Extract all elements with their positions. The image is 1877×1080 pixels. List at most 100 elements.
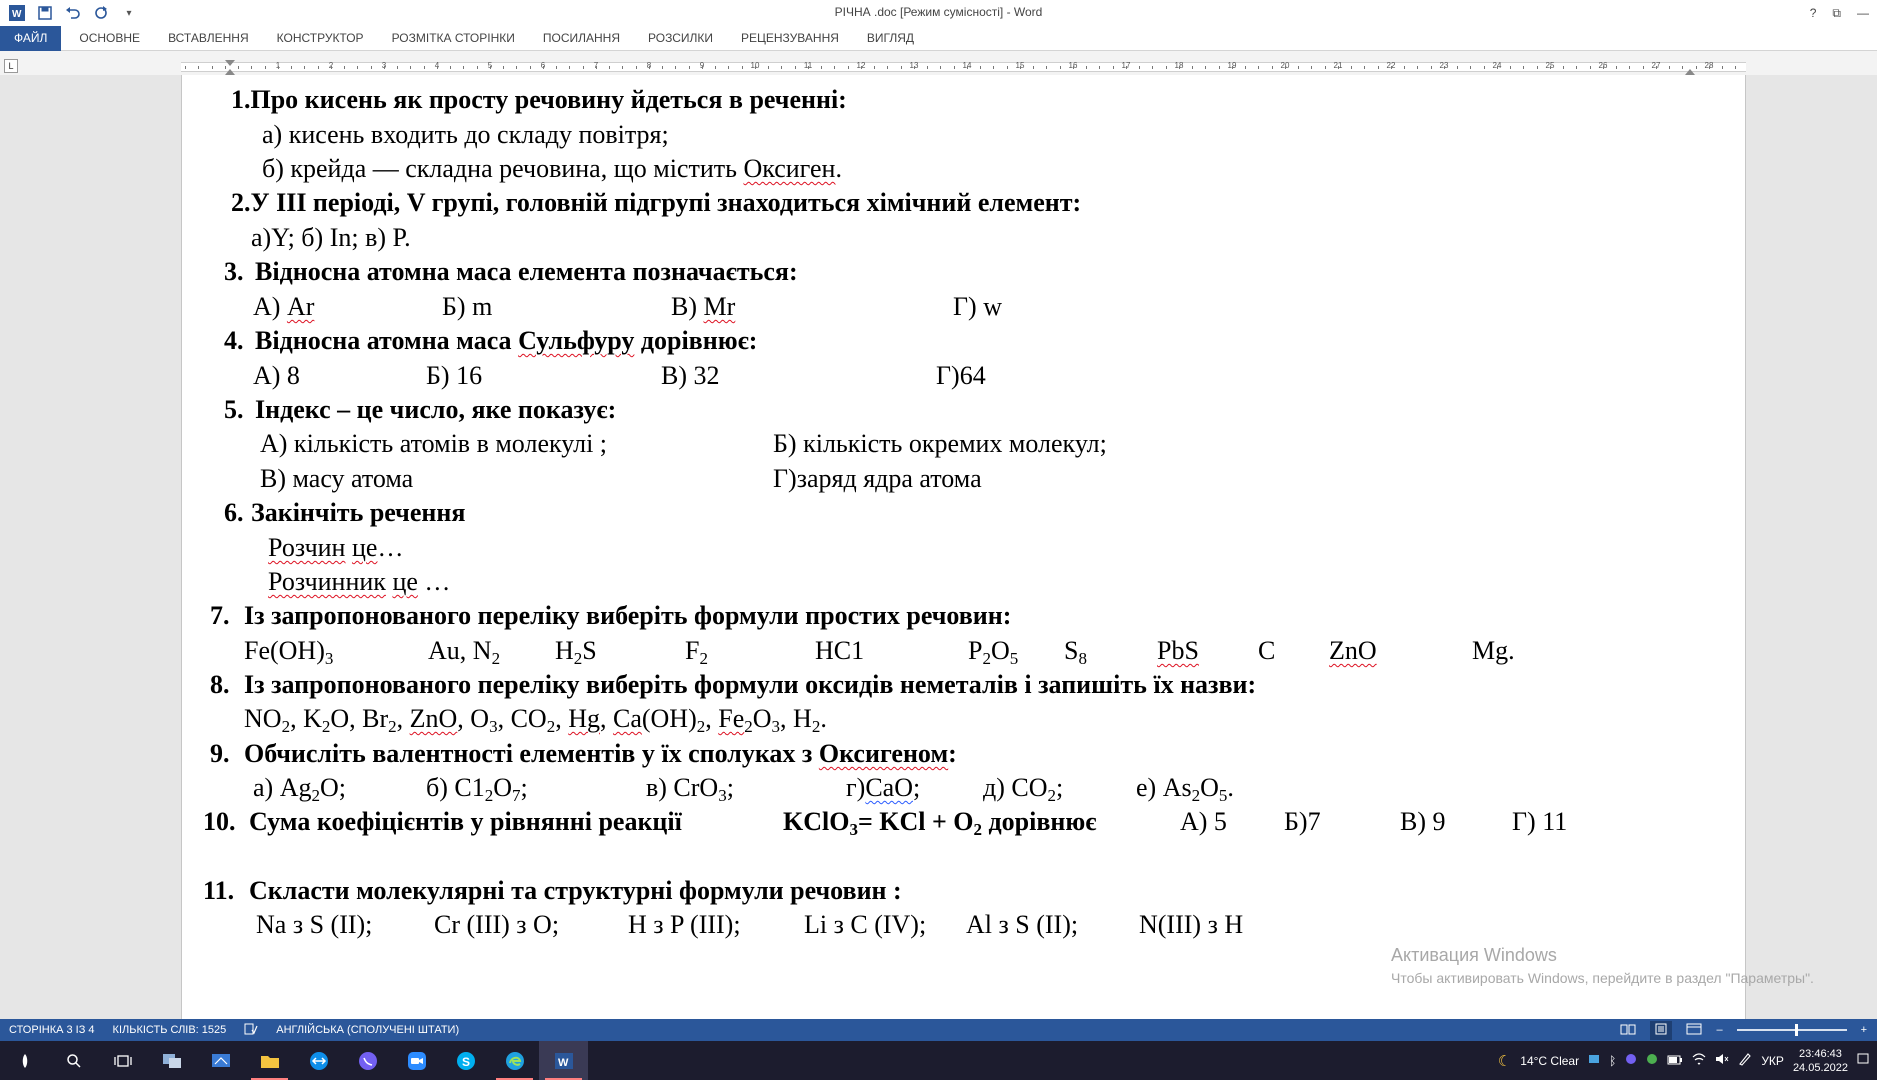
file-explorer-icon[interactable] xyxy=(245,1041,294,1080)
ruler-tick xyxy=(331,66,332,69)
question-11-title: Скласти молекулярні та структурні формул… xyxy=(249,876,902,905)
bluetooth-icon[interactable]: ᛒ xyxy=(1609,1054,1616,1068)
desktop-app-icon[interactable] xyxy=(196,1041,245,1080)
language-indicator[interactable]: АНГЛІЙСЬКА (СПОЛУЧЕНІ ШТАТИ) xyxy=(267,1024,468,1036)
question-1-option-b: б) крейда — складна речовина, що містить… xyxy=(262,154,842,183)
weather-widget[interactable]: 14°C Clear xyxy=(1520,1054,1579,1068)
battery-icon[interactable] xyxy=(1667,1054,1683,1068)
document-page[interactable]: 1.Про кисень як просту речовину йдеться … xyxy=(181,75,1746,1019)
question-5-number: 5. xyxy=(224,395,244,424)
window-controls: ? ⧉ — xyxy=(1810,0,1877,26)
ruler-ticks: 1234567891011121314151617181920212223242… xyxy=(181,61,1746,71)
ruler-tick xyxy=(1735,66,1736,69)
zoom-slider[interactable] xyxy=(1736,1024,1847,1036)
proofing-icon[interactable] xyxy=(235,1023,267,1038)
tab-file[interactable]: ФАЙЛ xyxy=(0,25,62,51)
print-layout-icon[interactable] xyxy=(1650,1020,1673,1040)
ruler-tick xyxy=(583,66,584,69)
undo-icon[interactable] xyxy=(64,4,82,22)
language-indicator-taskbar[interactable]: УКР xyxy=(1761,1054,1784,1068)
clock-time: 23:46:43 xyxy=(1799,1047,1842,1060)
horizontal-ruler[interactable]: 1234567891011121314151617181920212223242… xyxy=(181,60,1746,75)
document-body[interactable]: 1.Про кисень як просту речовину йдеться … xyxy=(182,75,1747,1019)
tab-review[interactable]: РЕЦЕНЗУВАННЯ xyxy=(727,26,853,51)
word-taskbar-icon[interactable]: W xyxy=(539,1041,588,1080)
q7-formula-p2o5: P2O5 xyxy=(968,636,1019,668)
customize-qat-icon[interactable]: ▾ xyxy=(120,4,138,22)
zoom-out-button[interactable]: – xyxy=(1716,1024,1722,1036)
ruler-tick xyxy=(251,66,252,69)
minimize-button[interactable]: — xyxy=(1857,6,1869,20)
tab-mailings[interactable]: РОЗСИЛКИ xyxy=(634,26,727,51)
document-area[interactable]: 1.Про кисень як просту речовину йдеться … xyxy=(0,75,1877,1019)
ruler-tick xyxy=(662,66,663,69)
moon-icon[interactable]: ☾ xyxy=(1498,1052,1511,1070)
question-6-line-2: Розчинник це … xyxy=(268,567,451,596)
save-icon[interactable] xyxy=(36,4,54,22)
ribbon-tabs: ФАЙЛ ОСНОВНЕ ВСТАВЛЕННЯ КОНСТРУКТОР РОЗМ… xyxy=(0,25,1877,51)
ruler-tick xyxy=(304,66,305,69)
web-layout-icon[interactable] xyxy=(1686,1023,1702,1038)
start-button-icon[interactable] xyxy=(0,1041,49,1080)
question-3-option-d: Г) w xyxy=(953,292,1002,321)
zoom-slider-thumb[interactable] xyxy=(1794,1024,1798,1036)
zoom-in-button[interactable]: + xyxy=(1861,1024,1867,1036)
word-app-icon[interactable]: W xyxy=(8,4,26,22)
redo-icon[interactable] xyxy=(92,4,110,22)
tab-design[interactable]: КОНСТРУКТОР xyxy=(263,26,378,51)
notifications-icon[interactable] xyxy=(1857,1053,1869,1068)
ruler-tick xyxy=(1192,66,1193,69)
ruler-tick xyxy=(1272,66,1273,69)
volume-icon[interactable] xyxy=(1715,1053,1729,1068)
security-tray-icon[interactable] xyxy=(1646,1053,1658,1068)
skype-icon[interactable]: S xyxy=(441,1041,490,1080)
q7-formula-s8: S8 xyxy=(1064,636,1087,668)
question-9-title: Обчисліть валентності елементів у їх спо… xyxy=(244,739,957,768)
tab-selector[interactable]: L xyxy=(4,59,18,73)
viber-icon[interactable] xyxy=(343,1041,392,1080)
ruler-tick xyxy=(1590,66,1591,69)
ruler-tick xyxy=(887,66,888,69)
wifi-icon[interactable] xyxy=(1692,1053,1706,1068)
read-mode-icon[interactable] xyxy=(1620,1023,1636,1038)
pen-icon[interactable] xyxy=(1738,1052,1752,1069)
title-bar: W ▾ РІЧНА .doc [Режим сумісності] - Word… xyxy=(0,0,1877,26)
question-3-option-b: Б) m xyxy=(442,292,493,321)
windows-activation-watermark: Активация Windows Чтобы активировать Win… xyxy=(1391,945,1814,986)
tab-view[interactable]: ВИГЛЯД xyxy=(853,26,928,51)
ruler-tick xyxy=(728,66,729,69)
question-3-option-a: А) Ar xyxy=(253,292,315,321)
question-9-number: 9. xyxy=(210,739,230,768)
question-5-option-a: А) кількість атомів в молекулі ; xyxy=(260,429,608,458)
word-count[interactable]: КІЛЬКІСТЬ СЛІВ: 1525 xyxy=(104,1024,236,1036)
question-4-title: Відносна атомна маса Сульфуру дорівнює: xyxy=(255,326,758,355)
ruler-tick xyxy=(1444,66,1445,69)
zoom-app-icon[interactable] xyxy=(392,1041,441,1080)
tab-insert[interactable]: ВСТАВЛЕННЯ xyxy=(154,26,263,51)
ruler-tick xyxy=(1484,66,1485,69)
tab-references[interactable]: ПОСИЛАННЯ xyxy=(529,26,634,51)
tab-layout[interactable]: РОЗМІТКА СТОРІНКИ xyxy=(378,26,529,51)
task-view-icon[interactable] xyxy=(98,1041,147,1080)
viber-tray-icon[interactable] xyxy=(1625,1053,1637,1068)
ribbon-display-options-icon[interactable]: ⧉ xyxy=(1832,6,1841,21)
taskbar-clock[interactable]: 23:46:43 24.05.2022 xyxy=(1793,1047,1848,1075)
edge-browser-icon[interactable] xyxy=(490,1041,539,1080)
q7-formula-f2: F2 xyxy=(685,636,708,668)
ruler-tick xyxy=(1166,66,1167,69)
tab-home[interactable]: ОСНОВНЕ xyxy=(65,26,154,51)
page-indicator[interactable]: СТОРІНКА 3 ІЗ 4 xyxy=(0,1024,104,1036)
ruler-tick xyxy=(463,66,464,69)
search-icon[interactable] xyxy=(49,1041,98,1080)
question-5-title: Індекс – це число, яке показує: xyxy=(255,395,617,424)
first-line-indent-marker[interactable] xyxy=(225,60,235,66)
q11-item-3: H з P (III); xyxy=(628,910,741,939)
tray-app-icon[interactable] xyxy=(1588,1053,1600,1068)
ruler-tick xyxy=(927,66,928,69)
ruler-tick xyxy=(1113,66,1114,69)
ruler-tick xyxy=(1470,66,1471,69)
help-button[interactable]: ? xyxy=(1810,6,1817,20)
question-6-number: 6. xyxy=(224,498,244,527)
computer-management-icon[interactable] xyxy=(147,1041,196,1080)
teamviewer-icon[interactable] xyxy=(294,1041,343,1080)
